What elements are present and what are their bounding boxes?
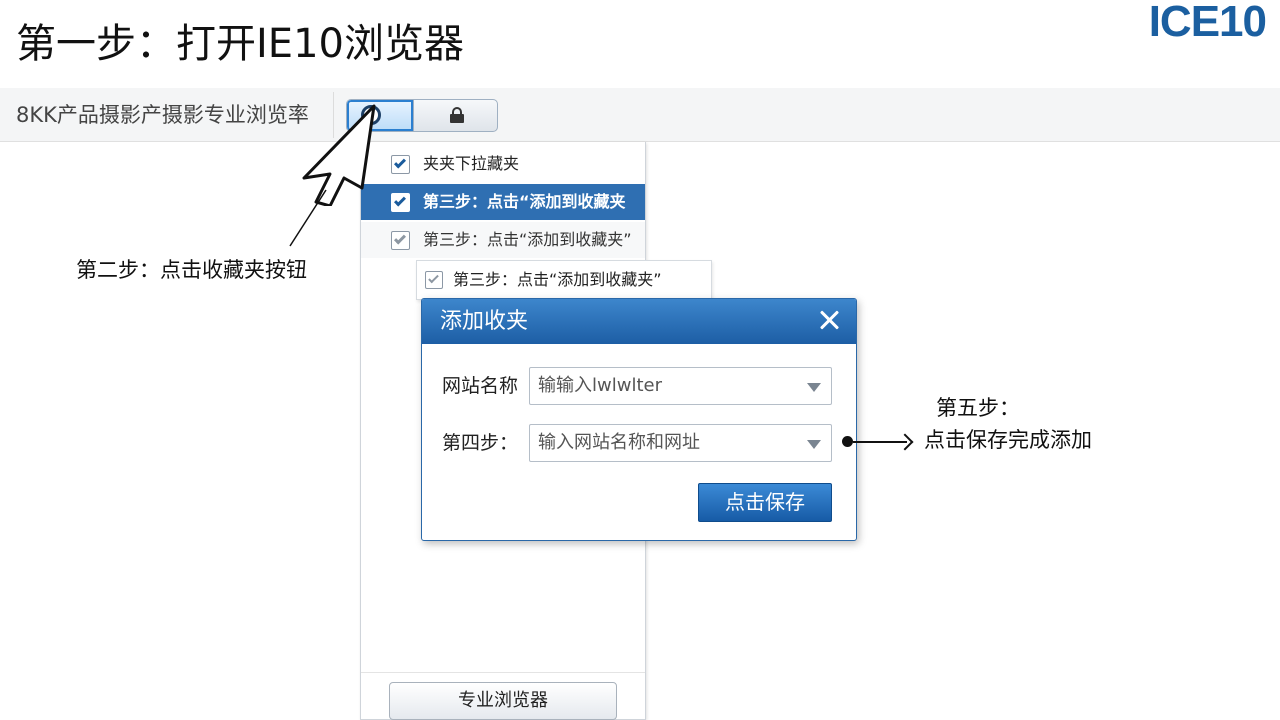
check-icon: [428, 272, 439, 284]
lock-button[interactable]: [415, 100, 497, 131]
dialog-header: 添加收夹: [422, 299, 856, 344]
toolbar-text: 8KK产品摄影产摄影专业浏览率: [16, 103, 309, 127]
step2-annotation: 第二步：点击收藏夹按钮: [76, 258, 307, 282]
site-name-label: 网站名称: [442, 375, 519, 397]
check-icon: [393, 232, 407, 245]
dialog-title: 添加收夹: [440, 309, 529, 334]
checkbox[interactable]: [425, 271, 443, 289]
divider: [361, 672, 645, 673]
step5-annotation-line1: 第五步：: [936, 396, 1020, 420]
site-url-input[interactable]: 输入网站名称和网址: [529, 424, 832, 462]
save-button[interactable]: 点击保存: [698, 483, 832, 522]
annotation-dot: [842, 436, 853, 447]
site-name-input[interactable]: 输输入lwlwlter: [529, 367, 832, 405]
browser-toolbar: 8KK产品摄影产摄影专业浏览率: [0, 88, 1280, 142]
checkbox[interactable]: [391, 231, 410, 250]
submenu-item-label: 第三步：点击“添加到收藏夹”: [453, 270, 662, 289]
step5-annotation-line2: 点击保存完成添加: [924, 428, 1092, 452]
site-name-value: 输输入lwlwlter: [538, 375, 662, 396]
dropdown-item[interactable]: 夹夹下拉藏夹: [361, 146, 645, 182]
chevron-down-icon[interactable]: [807, 440, 821, 449]
lock-icon: [450, 107, 464, 123]
dropdown-item-label: 第三步：点击“添加到收藏夹: [423, 192, 626, 211]
pointer-line: [289, 189, 327, 247]
dropdown-item[interactable]: 第三步：点击“添加到收藏夹”: [361, 222, 645, 258]
logo: ICE10: [1148, 0, 1267, 46]
add-favorite-dialog: 添加收夹 网站名称 输输入lwlwlter 第四步： 输入网站名称和网址 点击保…: [421, 298, 857, 541]
chevron-down-icon[interactable]: [807, 383, 821, 392]
step4-label: 第四步：: [442, 432, 519, 454]
arrow-right-icon: [896, 433, 914, 451]
page-title: 第一步：打开IE10浏览器: [16, 21, 464, 67]
submenu-item[interactable]: 第三步：点击“添加到收藏夹”: [416, 260, 712, 300]
dropdown-item-label: 第三步：点击“添加到收藏夹”: [423, 230, 632, 249]
professional-browser-button[interactable]: 专业浏览器: [389, 682, 617, 720]
site-url-value: 输入网站名称和网址: [538, 432, 700, 453]
close-icon[interactable]: [816, 307, 842, 333]
dropdown-item-selected[interactable]: 第三步：点击“添加到收藏夹: [361, 184, 645, 220]
dropdown-item-label: 夹夹下拉藏夹: [423, 154, 520, 173]
